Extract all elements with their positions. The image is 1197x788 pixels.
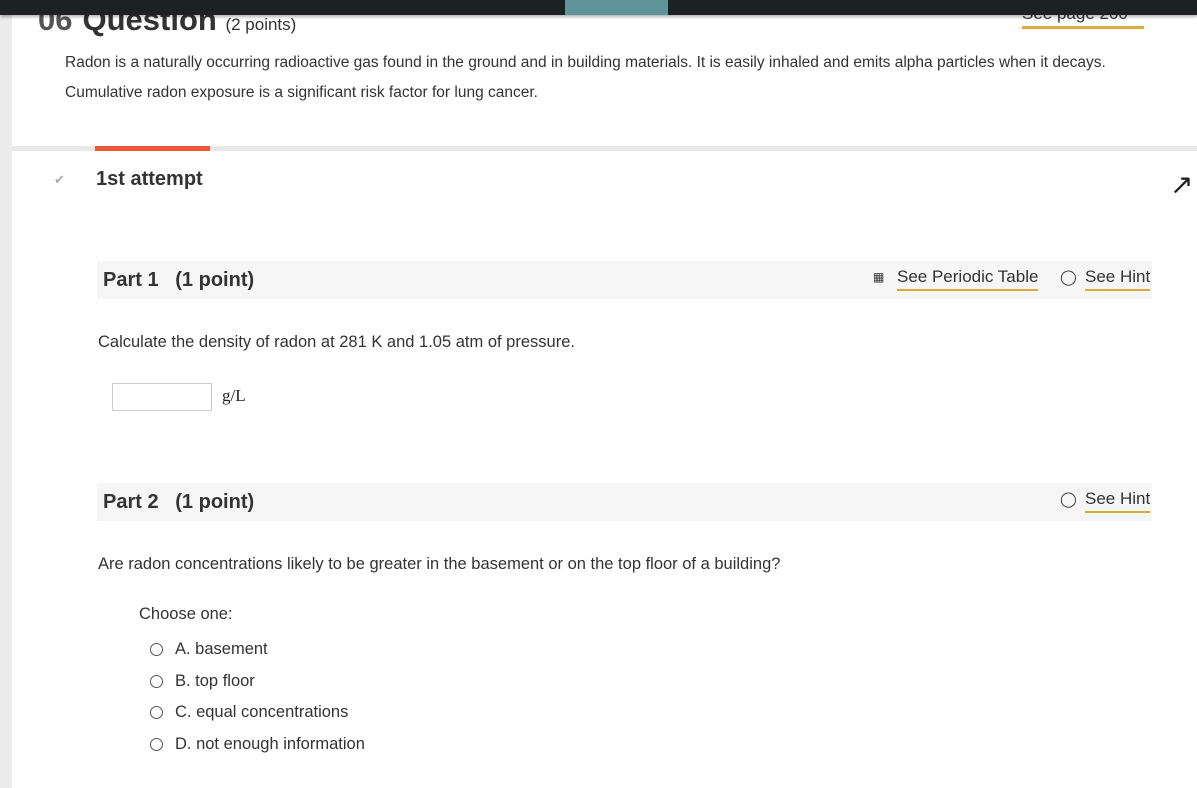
part-2-prompt: Are radon concentrations likely to be gr… (98, 555, 781, 573)
part-1-header: Part 1 (1 point) ▦ See Periodic Table ◯ … (97, 261, 1152, 299)
see-periodic-table-link[interactable]: See Periodic Table (897, 267, 1039, 291)
option-b[interactable]: B. top floor (150, 672, 255, 691)
radio-button[interactable] (150, 675, 163, 688)
lightbulb-icon: ◯ (1060, 269, 1077, 286)
option-a[interactable]: A. basement (150, 640, 268, 659)
top-bar-tab[interactable] (565, 0, 668, 15)
part-2-title: Part 2 (1 point) (103, 491, 255, 513)
periodic-table-icon: ▦ (873, 270, 885, 284)
attempt-label[interactable]: 1st attempt (96, 168, 203, 191)
radio-button[interactable] (150, 643, 163, 656)
option-c[interactable]: C. equal concentrations (150, 703, 348, 722)
radio-button[interactable] (150, 738, 163, 751)
unit-label: g/L (222, 386, 246, 405)
density-answer-input[interactable] (112, 383, 212, 411)
lightbulb-icon: ◯ (1060, 491, 1077, 508)
radio-button[interactable] (150, 706, 163, 719)
chevron-down-icon[interactable]: ✔ (54, 172, 65, 188)
part-2-header: Part 2 (1 point) ◯ See Hint (97, 483, 1152, 521)
divider (12, 146, 1197, 151)
left-gutter (0, 0, 12, 788)
choose-one-label: Choose one: (139, 605, 233, 623)
option-d[interactable]: D. not enough information (150, 735, 365, 754)
cursor-arrow-icon: ↗ (1170, 169, 1194, 200)
part-1-prompt: Calculate the density of radon at 281 K … (98, 333, 575, 351)
attempt-tab-indicator (95, 146, 210, 151)
question-intro: Radon is a naturally occurring radioacti… (65, 54, 1106, 101)
top-bar (0, 0, 1197, 15)
see-hint-link[interactable]: See Hint (1085, 489, 1151, 513)
part-1-title: Part 1 (1 point) (103, 269, 255, 291)
see-hint-link[interactable]: See Hint (1085, 267, 1151, 291)
